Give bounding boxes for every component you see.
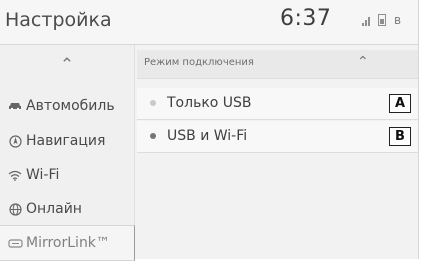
- globe-icon: [7, 202, 23, 216]
- signal-icon: [362, 14, 370, 26]
- callout-marker: B: [389, 127, 411, 146]
- sidebar-item-label: MirrorLink™: [26, 235, 110, 251]
- sidebar-item-label: Навигация: [26, 133, 106, 149]
- sidebar-item-navigation[interactable]: Навигация: [0, 124, 134, 158]
- option-label: USB и Wi-Fi: [167, 128, 248, 144]
- mirrorlink-icon: [7, 238, 23, 248]
- callout-marker: A: [389, 94, 411, 113]
- car-icon: [7, 101, 23, 111]
- sidebar-item-vehicle[interactable]: Автомобиль: [0, 89, 134, 123]
- connection-mode-header[interactable]: Режим подключения ⌃: [137, 50, 418, 79]
- bluetooth-icon: ʙ: [394, 13, 401, 27]
- battery-icon: [378, 14, 386, 26]
- sidebar-item-mirrorlink[interactable]: MirrorLink™: [0, 225, 135, 261]
- option-usb-only[interactable]: Только USB A: [137, 88, 418, 120]
- sidebar-item-online[interactable]: Онлайн: [0, 192, 134, 226]
- sidebar-item-label: Автомобиль: [26, 98, 115, 114]
- collapse-icon[interactable]: ⌃: [357, 54, 369, 70]
- header-bar: Настройка 6:37 ʙ: [0, 0, 418, 45]
- navigation-icon: [7, 134, 23, 148]
- section-label: Режим подключения: [144, 57, 254, 68]
- sidebar-item-wifi[interactable]: Wi-Fi: [0, 158, 134, 192]
- option-usb-wifi[interactable]: USB и Wi-Fi B: [137, 121, 418, 153]
- radio-unselected-icon: [150, 100, 156, 106]
- sidebar-item-label: Wi-Fi: [26, 167, 60, 183]
- radio-selected-icon: [150, 133, 156, 139]
- option-label: Только USB: [167, 95, 252, 111]
- sidebar-scroll-up-button[interactable]: ⌃: [0, 45, 134, 85]
- page-title: Настройка: [5, 9, 112, 31]
- clock: 6:37: [280, 6, 332, 31]
- sidebar-item-label: Онлайн: [26, 201, 82, 217]
- wifi-icon: [7, 170, 23, 181]
- status-icons: ʙ: [362, 14, 401, 26]
- main-panel: Режим подключения ⌃ Только USB A USB и W…: [137, 45, 418, 259]
- sidebar: ⌃ Автомобиль Навигация Wi-Fi Онлайн Mirr…: [0, 45, 135, 261]
- screen: Настройка 6:37 ʙ ⌃ Автомобиль Навигация: [0, 0, 419, 261]
